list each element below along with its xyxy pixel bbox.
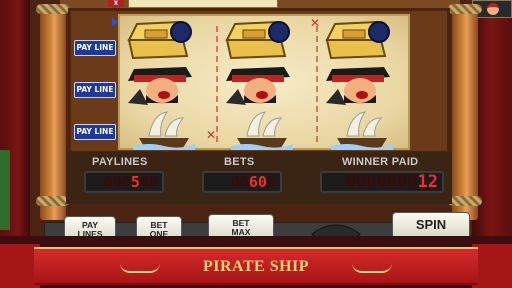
payline-1-button[interactable]: PAY LINE — [74, 40, 116, 56]
bets-value: 60 — [248, 173, 267, 191]
treasure-chest-icon — [318, 18, 398, 60]
sailing-ship-icon — [322, 108, 402, 150]
payline-3-button[interactable]: PAY LINE — [74, 124, 116, 140]
paylines-value: 5 — [130, 173, 140, 191]
game-title: PIRATE SHIP — [202, 258, 310, 275]
top-close-button[interactable]: X — [108, 0, 124, 7]
pirate-captain-icon — [120, 62, 200, 105]
bets-display: 00600 — [202, 171, 282, 193]
rope-decor — [36, 4, 70, 14]
left-mast-column — [40, 10, 66, 220]
rope-decor — [448, 196, 482, 206]
left-edge-decor — [0, 150, 10, 230]
sailing-ship-icon — [222, 108, 302, 150]
winner-paid-display: 000000012 — [320, 171, 444, 193]
rope-decor — [448, 4, 482, 14]
pirate-captain-icon — [318, 62, 398, 105]
bets-label: BETS — [224, 156, 255, 168]
title-banner: PIRATE SHIP — [34, 247, 478, 285]
right-mast-column — [452, 10, 478, 220]
winner-paid-value: 12 — [417, 172, 438, 192]
top-banner — [128, 0, 278, 8]
sailing-ship-icon — [124, 108, 204, 150]
map-x-mark: ✕ — [206, 128, 217, 142]
treasure-chest-icon — [218, 18, 298, 60]
paylines-label: PAYLINES — [92, 156, 148, 168]
treasure-chest-icon — [120, 18, 200, 60]
banner-tail-right — [472, 244, 512, 288]
pirate-captain-icon — [218, 62, 298, 105]
paylines-display: 000500 — [84, 171, 164, 193]
rope-decor — [36, 196, 70, 206]
payline-2-button[interactable]: PAY LINE — [74, 82, 116, 98]
winner-paid-label: WINNER PAID — [342, 156, 419, 168]
